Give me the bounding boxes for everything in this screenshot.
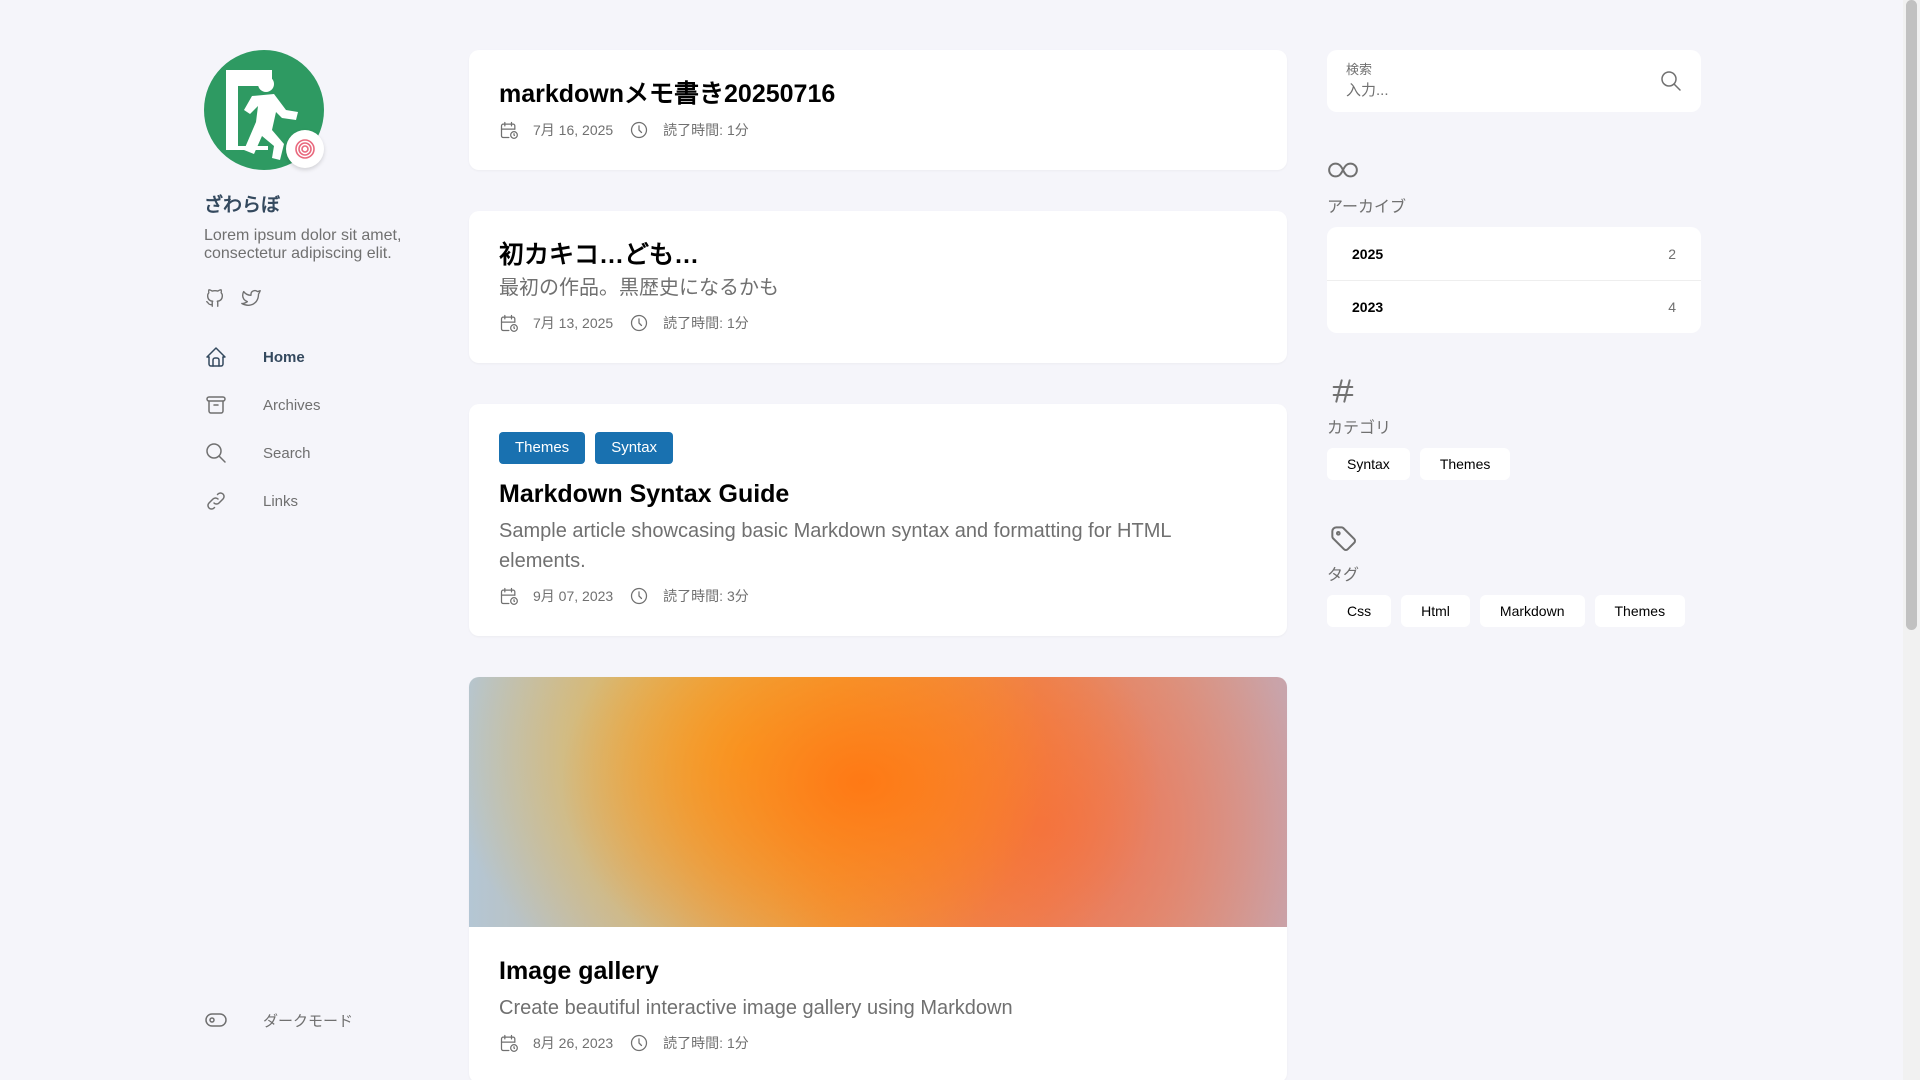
tag-chip-themes[interactable]: Themes [1594,595,1686,627]
search-label: 検索 [1346,62,1373,77]
archive-row-2025[interactable]: 2025 2 [1327,227,1701,280]
calendar-time-icon [500,1034,518,1052]
post-card-body: 初カキコ…ども… 最初の作品。黒歴史になるかも 7月 13, 2025 読了時間… [469,211,1287,363]
menu-item-home[interactable]: Home [204,333,434,381]
archive-list: 2025 2 2023 4 [1327,227,1701,333]
site-description: Lorem ipsum dolor sit amet, consectetur … [204,227,402,262]
archive-year: 2023 [1352,299,1384,315]
post-card[interactable]: 初カキコ…ども… 最初の作品。黒歴史になるかも 7月 13, 2025 読了時間… [469,211,1287,363]
post-subtitle: Sample article showcasing basic Markdown… [499,520,1171,572]
site-name[interactable]: ざわらぼ [204,190,434,217]
post-card[interactable]: Themes Syntax Markdown Syntax Guide Samp… [469,404,1287,636]
calendar-time-icon [500,314,518,332]
post-card-body: Image gallery Create beautiful interacti… [469,927,1287,1080]
post-date: 9月 07, 2023 [533,588,614,604]
archive-year: 2025 [1352,245,1384,262]
dark-mode-label: ダークモード [263,1012,354,1030]
tags-title: タグ [1327,567,1360,584]
category-chip-themes[interactable]: Themes [1419,448,1511,480]
post-date: 8月 26, 2023 [533,1035,614,1051]
tag-chips: Css Html Markdown Themes [1327,595,1701,627]
category-chips: Syntax Themes [1327,448,1701,480]
scrollbar-thumb[interactable] [1906,0,1917,630]
post-card[interactable]: markdownメモ書き20250716 7月 16, 2025 読了時間: 1… [469,50,1287,170]
avatar[interactable] [204,50,324,170]
avatar-emoji-badge [286,130,324,168]
post-subtitle: Create beautiful interactive image galle… [499,997,1013,1019]
clock-icon [631,121,648,139]
tag-chip-html[interactable]: Html [1401,595,1470,627]
archive-count: 4 [1668,299,1676,315]
twitter-icon[interactable] [240,287,262,309]
clock-icon [631,1034,648,1052]
toggle-icon [205,1013,227,1027]
post-list: markdownメモ書き20250716 7月 16, 2025 読了時間: 1… [469,50,1287,1080]
tag-chip-markdown[interactable]: Markdown [1479,595,1585,627]
search-icon [206,443,226,463]
categories-widget: カテゴリ Syntax Themes [1327,375,1701,480]
menu-label-home: Home [263,348,305,366]
post-reading-time: 読了時間: 3分 [663,588,749,604]
post-title[interactable]: Markdown Syntax Guide [499,478,1257,510]
post-meta: 7月 16, 2025 読了時間: 1分 [499,120,1257,140]
cyclone-emoji-icon [295,139,315,159]
post-tags: Themes Syntax [499,432,1257,464]
post-subtitle: 最初の作品。黒歴史になるかも [499,277,779,299]
menu-label-search: Search [263,444,311,462]
post-date: 7月 16, 2025 [533,122,614,138]
archive-count: 2 [1668,245,1676,262]
post-title[interactable]: Image gallery [499,955,1257,987]
link-icon [207,492,225,510]
post-date: 7月 13, 2025 [533,315,614,331]
calendar-time-icon [500,121,518,139]
calendar-time-icon [500,587,518,605]
scrollbar[interactable] [1903,0,1920,1080]
github-icon[interactable] [204,287,226,309]
post-reading-time: 読了時間: 1分 [663,315,749,331]
menu-label-archives: Archives [263,396,321,414]
hash-icon [1332,379,1354,403]
archives-title: アーカイブ [1327,199,1407,216]
categories-title: カテゴリ [1327,420,1392,437]
post-title[interactable]: markdownメモ書き20250716 [499,78,1257,110]
menu-item-archives[interactable]: Archives [204,381,434,429]
archive-row-2023[interactable]: 2023 4 [1327,280,1701,333]
menu-label-links: Links [263,492,299,510]
tags-widget: タグ Css Html Markdown Themes [1327,522,1701,627]
post-meta: 8月 26, 2023 読了時間: 1分 [499,1033,1257,1053]
main-menu: Home Archives Search Links [204,333,434,525]
clock-icon [631,314,648,332]
home-icon [206,347,226,367]
archive-icon [206,396,226,414]
infinity-icon [1328,162,1358,178]
post-meta: 7月 13, 2025 読了時間: 1分 [499,313,1257,333]
post-title[interactable]: 初カキコ…ども… [499,239,1257,271]
search-input[interactable] [1346,82,1626,99]
post-reading-time: 読了時間: 1分 [663,1035,749,1051]
right-sidebar: 検索 アーカイブ 2025 2 2023 4 カテゴリ Syntax [1327,50,1701,627]
tag-chip-css[interactable]: Css [1327,595,1392,627]
archives-widget: アーカイブ 2025 2 2023 4 [1327,154,1701,333]
post-card[interactable]: Image gallery Create beautiful interacti… [469,677,1287,1080]
post-reading-time: 読了時間: 1分 [663,122,749,138]
tag-icon [1331,526,1356,551]
post-card-body: Themes Syntax Markdown Syntax Guide Samp… [469,404,1287,636]
post-cover-image[interactable] [469,677,1287,927]
search-form: 検索 [1327,50,1701,112]
category-chip-syntax[interactable]: Syntax [1327,448,1410,480]
category-badge-themes[interactable]: Themes [499,432,586,464]
menu-item-links[interactable]: Links [204,477,434,525]
menu-item-search[interactable]: Search [204,429,434,477]
post-meta: 9月 07, 2023 読了時間: 3分 [499,586,1257,606]
search-icon[interactable] [1659,69,1683,93]
social-links [204,287,434,309]
dark-mode-toggle[interactable]: ダークモード [204,996,353,1044]
clock-icon [631,587,648,605]
post-card-body: markdownメモ書き20250716 7月 16, 2025 読了時間: 1… [469,50,1287,170]
left-sidebar: ざわらぼ Lorem ipsum dolor sit amet, consect… [204,50,434,1080]
category-badge-syntax[interactable]: Syntax [595,432,674,464]
